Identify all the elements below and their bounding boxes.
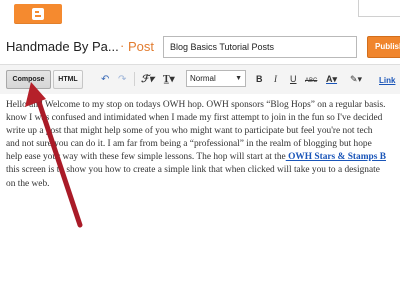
blogger-home-button[interactable] bbox=[14, 4, 62, 24]
strikethrough-icon[interactable]: ABC bbox=[305, 74, 317, 89]
font-size-icon[interactable]: T̲▾ bbox=[163, 72, 175, 87]
account-card[interactable] bbox=[358, 0, 400, 17]
chevron-down-icon: ▼ bbox=[235, 75, 242, 82]
underline-icon[interactable]: U bbox=[290, 72, 297, 87]
format-select[interactable]: Normal ▼ bbox=[186, 70, 246, 87]
post-body[interactable]: Hello and Welcome to my stop on todays O… bbox=[6, 99, 400, 191]
compose-mode-button[interactable]: Compose bbox=[6, 70, 51, 89]
italic-icon[interactable]: I bbox=[274, 72, 277, 87]
blog-title[interactable]: Handmade By Pa... bbox=[6, 39, 119, 54]
body-line: and not sure you can do it. I am far fro… bbox=[6, 139, 372, 150]
undo-icon[interactable]: ↶ bbox=[101, 72, 109, 87]
font-family-icon[interactable]: ℱ▾ bbox=[141, 72, 154, 87]
text-color-icon[interactable]: A▾ bbox=[326, 72, 337, 87]
format-select-value: Normal bbox=[190, 74, 216, 83]
body-line: Hello and Welcome to my stop on todays O… bbox=[6, 100, 386, 110]
owh-stars-stamps-link[interactable]: OWH Stars & Stamps B bbox=[286, 152, 386, 162]
blogger-logo-icon bbox=[32, 8, 44, 20]
html-mode-button[interactable]: HTML bbox=[53, 70, 83, 89]
highlight-icon[interactable]: ✎▾ bbox=[350, 72, 362, 87]
body-line: write up a post that might help some of … bbox=[6, 126, 373, 137]
post-title-input[interactable] bbox=[163, 36, 357, 58]
publish-button[interactable]: Publish bbox=[367, 36, 400, 58]
post-label: Post bbox=[128, 39, 155, 54]
bold-icon[interactable]: B bbox=[256, 72, 263, 87]
body-line: this screen is to show you how to create… bbox=[6, 165, 380, 176]
body-line: know I was confused and intimidated when… bbox=[6, 113, 383, 124]
editor-toolbar: Compose HTML ↶ ↷ ℱ▾ T̲▾ Normal ▼ B I U A… bbox=[0, 64, 400, 95]
body-line: on the web. bbox=[6, 178, 50, 189]
link-button[interactable]: Link bbox=[379, 73, 395, 88]
breadcrumb-separator: · bbox=[120, 38, 125, 53]
body-line: help ease your way with these few simple… bbox=[6, 152, 286, 163]
redo-icon[interactable]: ↷ bbox=[118, 72, 126, 87]
post-editor[interactable]: Hello and Welcome to my stop on todays O… bbox=[0, 94, 400, 293]
toolbar-divider bbox=[134, 72, 135, 86]
top-bar bbox=[0, 0, 400, 30]
body-line-with-link: help ease your way with these few simple… bbox=[6, 151, 400, 164]
